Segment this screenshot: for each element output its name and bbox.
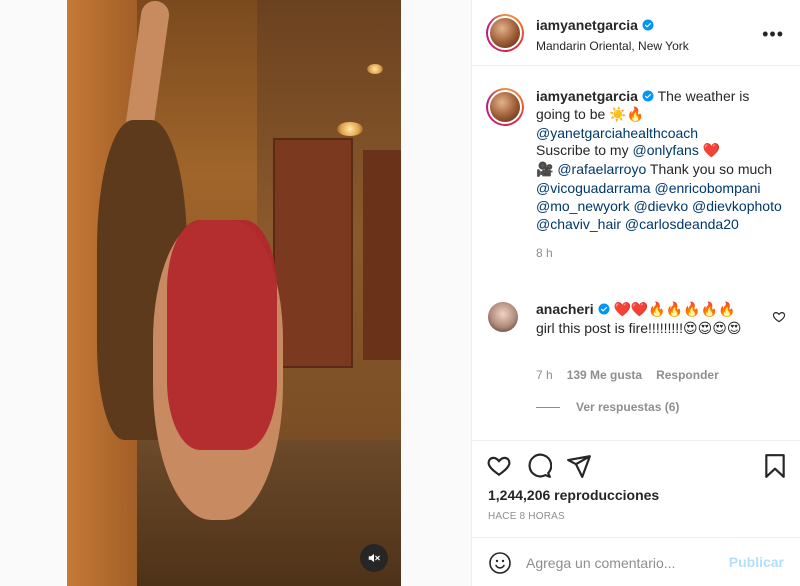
view-replies-label[interactable]: Ver respuestas (6) xyxy=(576,400,679,414)
scene-lamp xyxy=(337,122,363,136)
comment-text: anacheri ❤️❤️🔥🔥🔥🔥🔥 girl this post is fir… xyxy=(536,300,756,338)
caption-author-avatar[interactable] xyxy=(486,88,524,126)
post-video[interactable] xyxy=(67,0,401,586)
author-info: iamyanetgarcia Mandarin Oriental, New Yo… xyxy=(536,17,689,53)
post-location[interactable]: Mandarin Oriental, New York xyxy=(536,39,689,53)
avatar-image xyxy=(490,92,520,122)
sun-fire-emoji: ☀️🔥 xyxy=(609,106,645,123)
emoji-smiley-icon[interactable] xyxy=(488,551,512,575)
mention-link[interactable]: @yanetgarciahealthcoach xyxy=(536,125,698,141)
add-comment-bar: Publicar xyxy=(472,537,800,586)
speaker-muted-icon[interactable] xyxy=(360,544,388,572)
post-actions: 1,244,206 reproducciones HACE 8 HORAS Pu… xyxy=(472,440,800,586)
posted-time[interactable]: HACE 8 HORAS xyxy=(488,511,565,522)
save-bookmark-icon[interactable] xyxy=(762,453,788,479)
caption-sentence-2: Suscribe to my xyxy=(536,142,629,159)
replies-line xyxy=(536,406,560,408)
comment-likes[interactable]: 139 Me gusta xyxy=(567,368,642,382)
comment-input[interactable] xyxy=(526,550,726,576)
caption-time[interactable]: 8 h xyxy=(536,245,786,263)
mention-link[interactable]: @rafaelarroyo xyxy=(557,161,646,177)
heart-eyes-emojis: 😍😍😍😍 xyxy=(683,321,742,337)
reply-button[interactable]: Responder xyxy=(656,368,719,382)
comment-time[interactable]: 7 h xyxy=(536,368,553,382)
like-heart-icon[interactable] xyxy=(486,453,512,479)
comment-bubble-icon[interactable] xyxy=(526,453,552,479)
scene-figure-outfit xyxy=(167,220,277,450)
avatar-border xyxy=(488,16,522,50)
author-username[interactable]: iamyanetgarcia xyxy=(536,17,638,33)
caption-sentence-3: Thank you so much xyxy=(649,161,773,178)
mention-link[interactable]: @onlyfans xyxy=(632,142,698,158)
scene-door xyxy=(273,138,353,368)
publish-button[interactable]: Publicar xyxy=(729,554,784,570)
verified-badge-icon xyxy=(642,19,654,31)
commenter-username[interactable]: anacheri xyxy=(536,301,594,317)
share-paper-plane-icon[interactable] xyxy=(566,453,592,479)
author-avatar[interactable] xyxy=(486,14,524,52)
post-side-panel: iamyanetgarcia Mandarin Oriental, New Yo… xyxy=(472,0,800,586)
like-comment-heart-icon[interactable] xyxy=(772,310,786,324)
comment-body: girl this post is fire!!!!!!!!! xyxy=(536,320,684,336)
commenter-avatar[interactable] xyxy=(488,302,518,332)
movie-camera-emoji: 🎥 xyxy=(536,162,554,179)
verified-badge-icon xyxy=(598,303,610,315)
scene-lamp-far xyxy=(367,64,383,74)
caption-username[interactable]: iamyanetgarcia xyxy=(536,88,638,104)
view-replies[interactable]: Ver respuestas (6) xyxy=(536,400,679,414)
scene-door-far xyxy=(363,150,401,360)
view-count[interactable]: 1,244,206 reproducciones xyxy=(488,487,659,503)
instagram-post-view: iamyanetgarcia Mandarin Oriental, New Yo… xyxy=(0,0,800,586)
comment-emojis: ❤️❤️🔥🔥🔥🔥🔥 xyxy=(613,302,736,318)
heart-emoji: ❤️ xyxy=(702,143,721,160)
verified-badge-icon xyxy=(642,90,654,102)
more-horizontal-icon[interactable]: ••• xyxy=(762,24,784,45)
comment-meta: 7 h 139 Me gusta Responder xyxy=(536,368,719,382)
avatar-image xyxy=(490,18,520,48)
avatar-border xyxy=(488,90,522,124)
post-header: iamyanetgarcia Mandarin Oriental, New Yo… xyxy=(472,0,800,66)
mention-links-list[interactable]: @vicoguadarrama @enricobompani @mo_newyo… xyxy=(536,180,782,232)
caption-text: iamyanetgarcia The weather is going to b… xyxy=(536,88,786,263)
